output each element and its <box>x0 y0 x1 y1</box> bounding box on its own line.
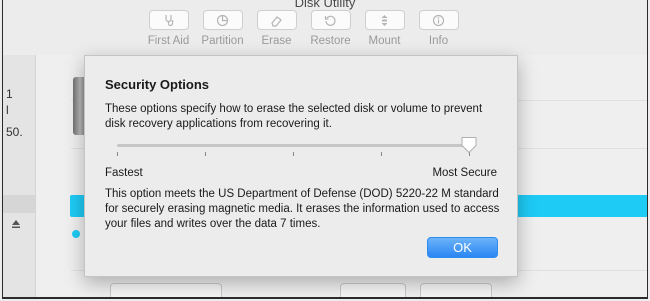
slider-knob[interactable] <box>460 136 478 154</box>
erase-label: Erase <box>261 35 292 47</box>
security-options-sheet: Security Options These options specify h… <box>84 55 518 277</box>
background-button <box>110 283 222 297</box>
security-level-slider[interactable] <box>117 136 477 162</box>
partition-button[interactable]: Partition <box>199 10 246 47</box>
sheet-description: These options specify how to erase the s… <box>105 103 483 130</box>
slider-tick <box>117 152 118 156</box>
slider-track[interactable] <box>117 144 469 147</box>
sidebar: 1 l 50. <box>3 55 36 297</box>
sidebar-fragment: 50. <box>6 125 23 139</box>
disk-utility-window: Disk Utility First Aid Partition Erase R… <box>2 0 648 299</box>
info-button[interactable]: Info <box>415 10 462 47</box>
mount-icon <box>381 14 388 26</box>
restore-icon-button[interactable] <box>310 10 351 30</box>
first-aid-label: First Aid <box>147 35 190 47</box>
mount-button[interactable]: Mount <box>361 10 408 47</box>
window-title: Disk Utility <box>294 0 356 10</box>
slider-tick <box>205 152 206 156</box>
slider-tick <box>293 152 294 156</box>
info-label: Info <box>428 35 449 47</box>
eraser-icon <box>271 15 282 27</box>
toolbar: First Aid Partition Erase Restore Mount <box>145 10 462 47</box>
mount-label: Mount <box>368 35 401 47</box>
first-aid-icon-button[interactable] <box>148 10 189 30</box>
info-icon <box>432 14 445 26</box>
sidebar-fragment: 1 <box>6 87 13 101</box>
erase-icon-button[interactable] <box>256 10 297 30</box>
stethoscope-icon <box>165 14 174 26</box>
background-button <box>340 283 406 297</box>
partition-icon-button[interactable] <box>202 10 243 30</box>
mount-icon-button[interactable] <box>364 10 405 30</box>
first-aid-button[interactable]: First Aid <box>145 10 192 47</box>
slider-tick <box>381 152 382 156</box>
slider-max-label: Most Secure <box>432 167 497 179</box>
slider-min-label: Fastest <box>105 167 143 179</box>
pie-chart-icon <box>216 14 229 26</box>
restore-button[interactable]: Restore <box>307 10 354 47</box>
background-button <box>420 283 492 297</box>
partition-label: Partition <box>201 35 244 47</box>
sidebar-selected-row[interactable] <box>3 195 35 213</box>
legend-dot <box>72 230 80 238</box>
eject-icon[interactable] <box>11 219 21 229</box>
restore-label: Restore <box>310 35 351 47</box>
sidebar-fragment: l <box>6 103 9 117</box>
info-icon-button[interactable] <box>418 10 459 30</box>
ok-button[interactable]: OK <box>427 237 498 258</box>
security-info-text: This option meets the US Department of D… <box>105 188 500 230</box>
sheet-title: Security Options <box>105 77 210 92</box>
erase-button[interactable]: Erase <box>253 10 300 47</box>
restore-icon <box>324 15 336 26</box>
